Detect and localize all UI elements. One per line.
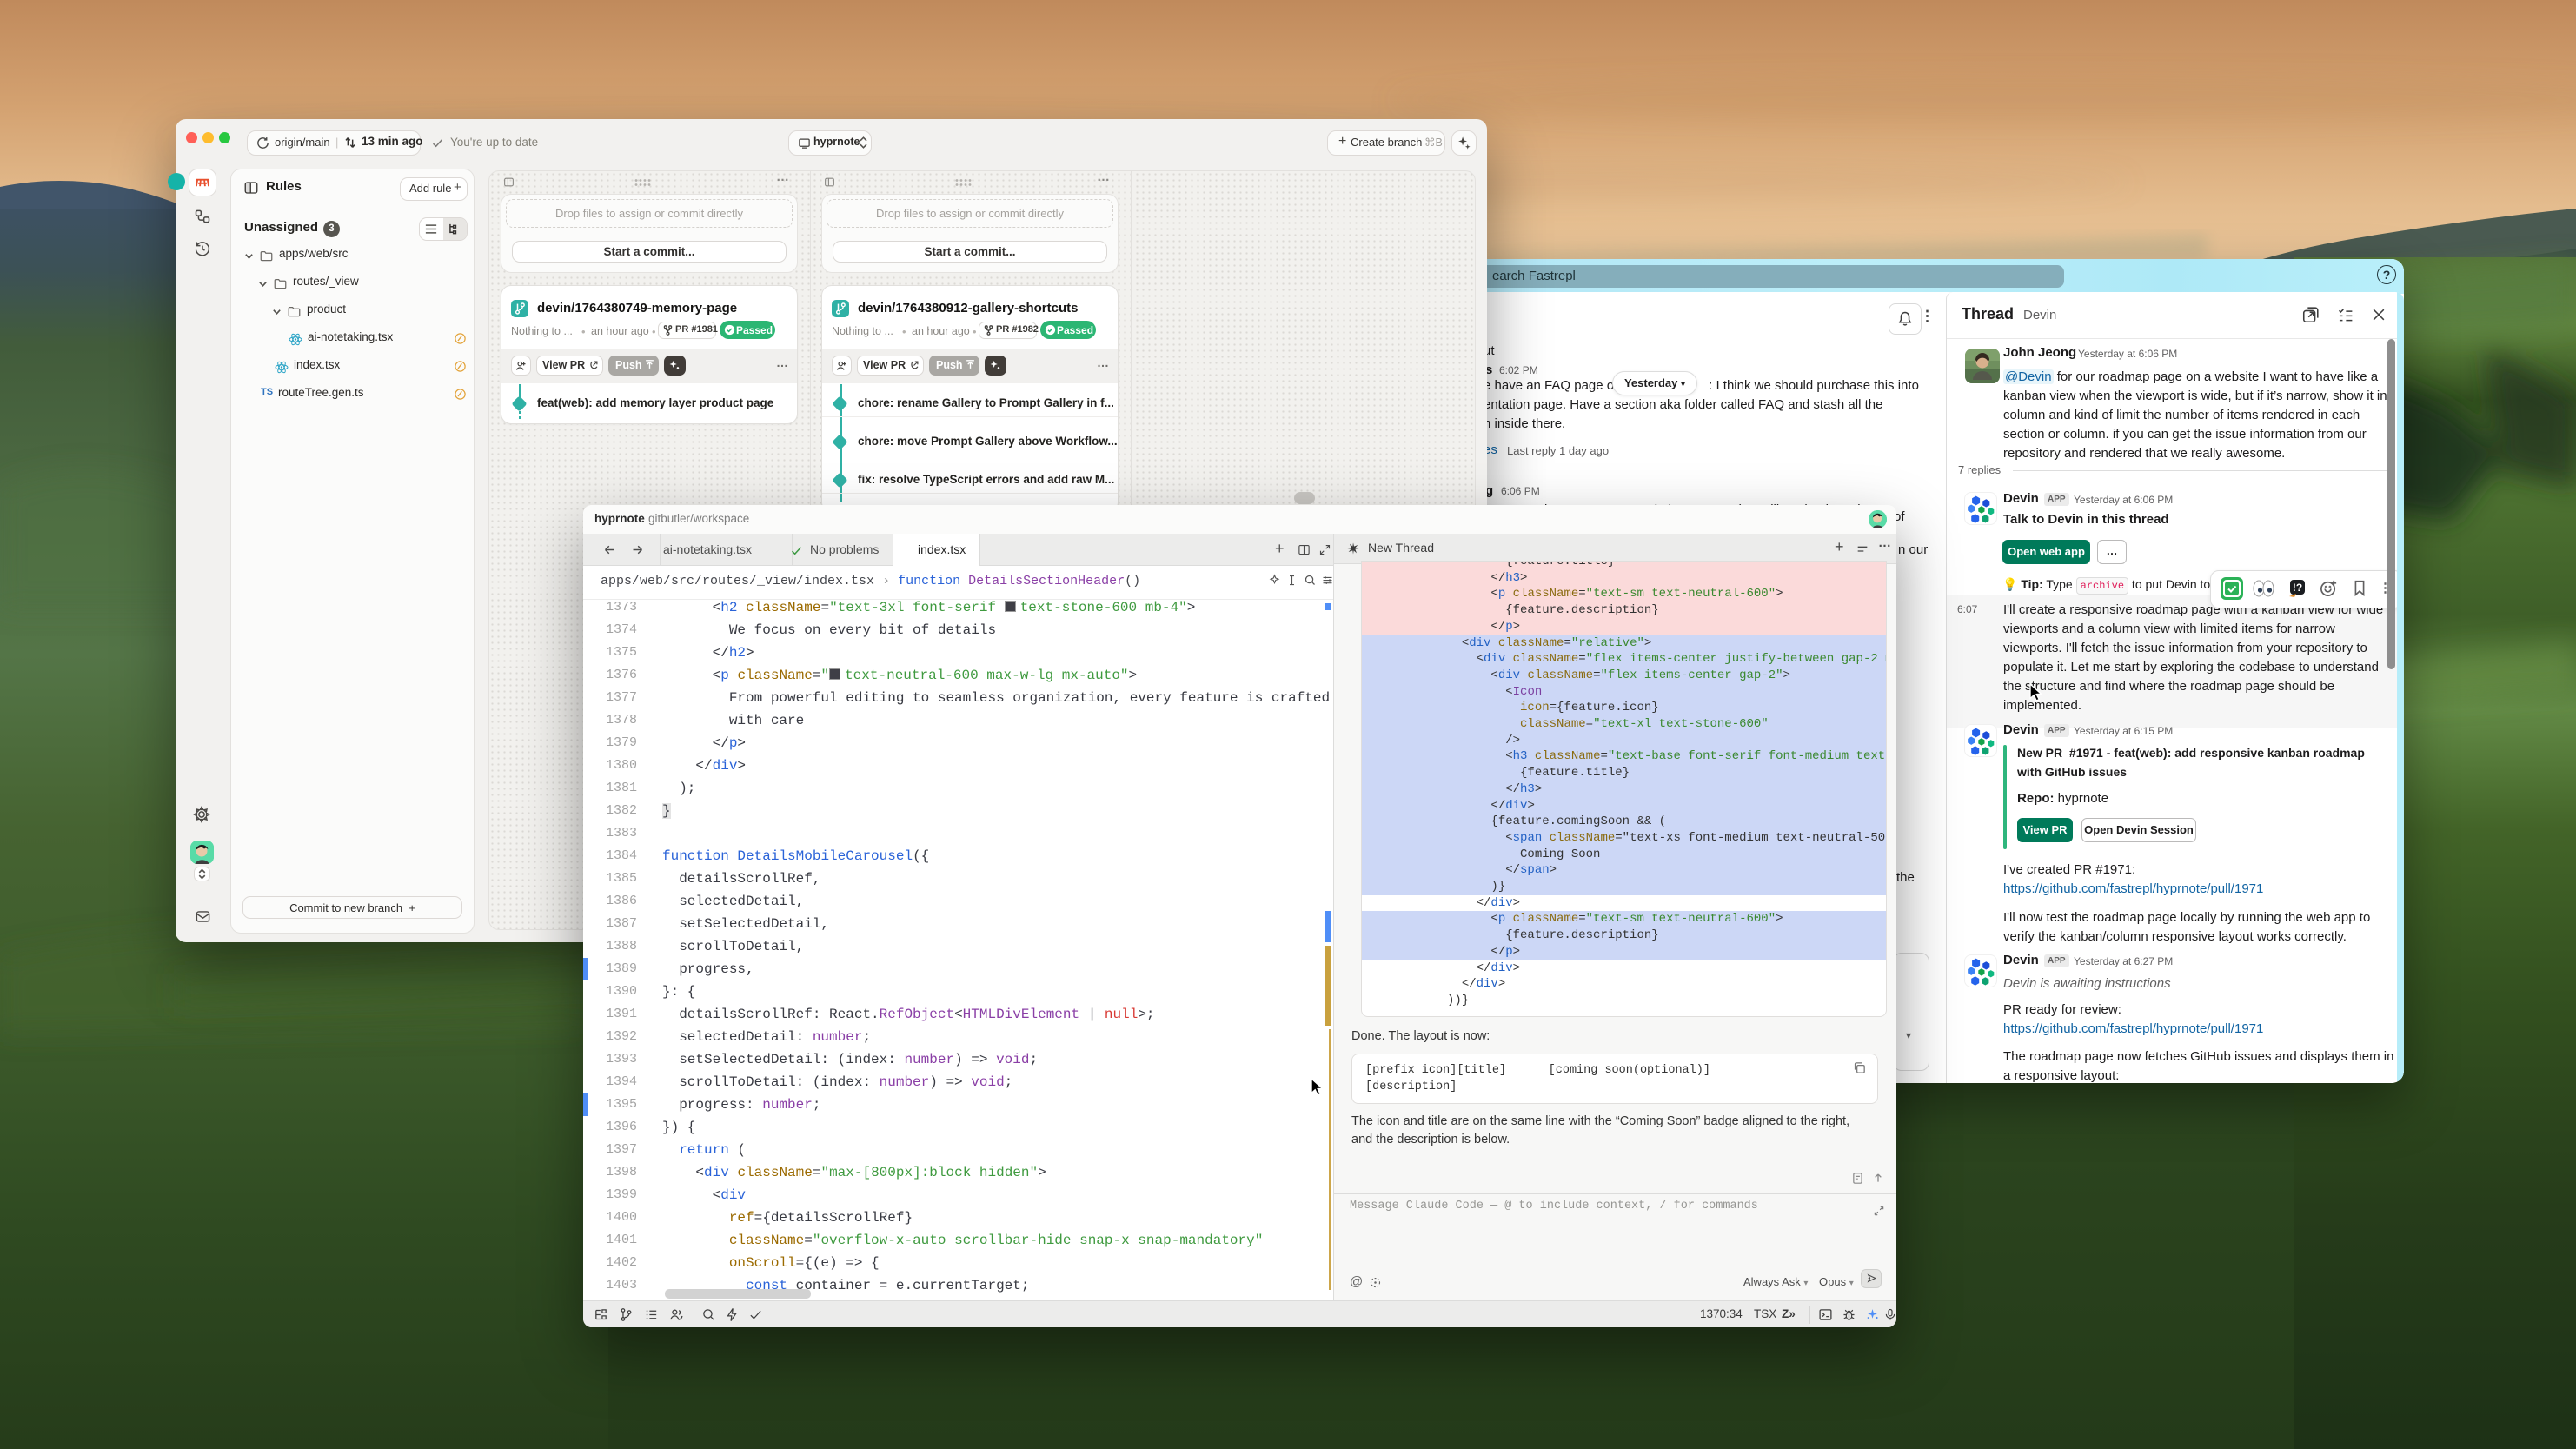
svg-text:!?: !?: [2293, 582, 2302, 594]
